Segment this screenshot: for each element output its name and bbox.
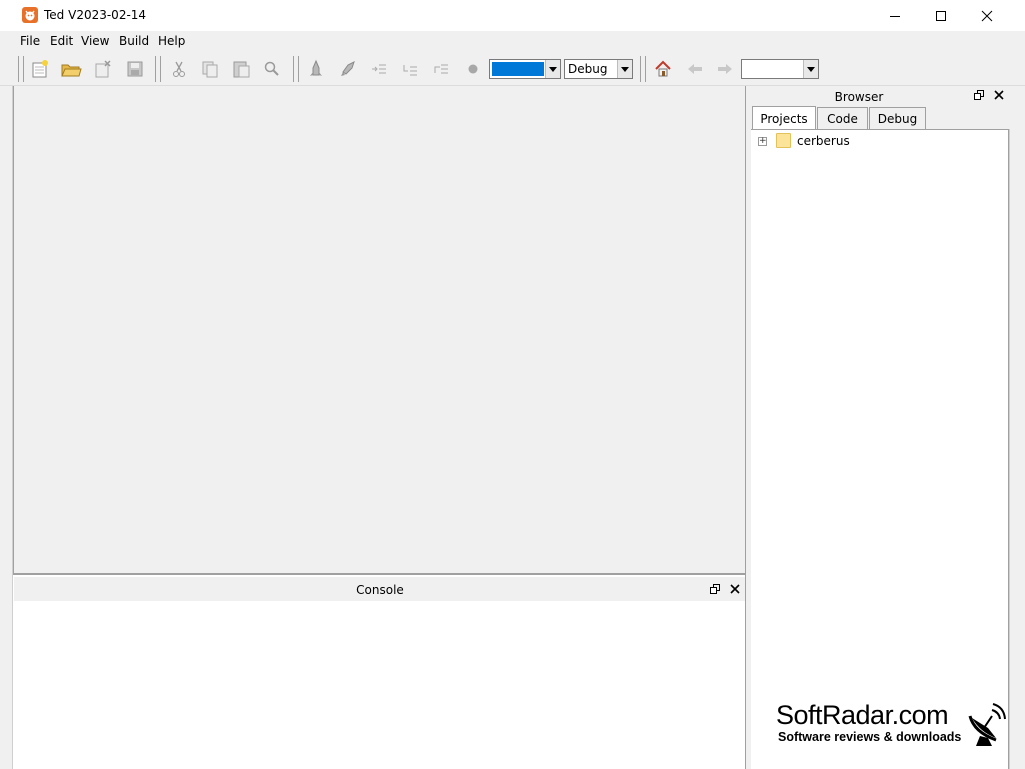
watermark-title: SoftRadar.com — [776, 700, 949, 730]
config-combo-value: Debug — [568, 62, 608, 76]
toolbar-separator — [155, 56, 161, 82]
console-float-button[interactable] — [708, 582, 722, 596]
console-close-button[interactable] — [728, 582, 742, 596]
open-file-button[interactable] — [60, 58, 82, 80]
stop-dot-icon — [468, 64, 478, 74]
chevron-down-icon[interactable] — [545, 60, 560, 78]
step-in-icon — [403, 65, 417, 76]
paste-icon — [233, 61, 250, 78]
cut-button[interactable] — [168, 58, 190, 80]
toolbar-separator — [640, 56, 646, 82]
toolbar-separator — [293, 56, 299, 82]
forward-button[interactable] — [714, 58, 736, 80]
target-combo[interactable] — [489, 59, 561, 79]
new-file-icon — [32, 60, 48, 78]
console-header: Console — [14, 577, 746, 601]
restore-icon — [710, 584, 720, 594]
project-tree[interactable]: + cerberus — [751, 129, 1009, 769]
menu-help[interactable]: Help — [158, 34, 185, 48]
menu-bar: File Edit View Build Help — [0, 31, 1025, 52]
browser-panel: Browser Projects Code Debug + cerberus — [751, 86, 1025, 769]
new-file-button[interactable] — [29, 58, 51, 80]
rocket-launch-icon — [341, 61, 355, 76]
left-edge-strip — [0, 86, 13, 769]
chevron-down-icon[interactable] — [617, 60, 632, 78]
step-in-button[interactable] — [399, 58, 421, 80]
window-title: Ted V2023-02-14 — [44, 8, 147, 22]
step-button[interactable] — [368, 58, 390, 80]
build-button[interactable] — [305, 58, 327, 80]
restore-icon — [974, 90, 984, 100]
stop-button[interactable] — [462, 58, 484, 80]
tab-debug[interactable]: Debug — [869, 107, 926, 129]
build-run-button[interactable] — [337, 58, 359, 80]
console-title: Console — [356, 583, 404, 597]
close-icon — [994, 90, 1004, 100]
satellite-dish-icon — [966, 702, 1006, 749]
app-logo-icon — [22, 7, 38, 23]
close-icon — [730, 584, 740, 594]
menu-file[interactable]: File — [20, 34, 40, 48]
step-out-icon — [434, 64, 448, 74]
browser-float-button[interactable] — [972, 88, 986, 102]
close-button[interactable] — [964, 0, 1010, 31]
console-output[interactable] — [14, 601, 746, 769]
config-combo[interactable]: Debug — [564, 59, 633, 79]
minimize-button[interactable] — [872, 0, 918, 31]
close-file-button[interactable] — [92, 58, 114, 80]
copy-icon — [202, 61, 218, 78]
title-bar[interactable]: Ted V2023-02-14 — [0, 0, 1025, 32]
tab-projects[interactable]: Projects — [752, 106, 816, 130]
menu-view[interactable]: View — [81, 34, 109, 48]
open-folder-icon — [61, 64, 82, 77]
arrow-right-icon — [718, 64, 732, 74]
home-button[interactable] — [652, 58, 674, 80]
folder-icon — [776, 133, 791, 148]
arrow-left-icon — [688, 64, 702, 74]
tab-code[interactable]: Code — [817, 107, 868, 129]
tree-item-label[interactable]: cerberus — [797, 134, 850, 148]
close-file-icon — [95, 60, 111, 78]
browser-close-button[interactable] — [992, 88, 1006, 102]
maximize-button[interactable] — [918, 0, 964, 31]
menu-build[interactable]: Build — [119, 34, 149, 48]
step-icon — [372, 64, 386, 74]
rocket-icon — [310, 59, 322, 76]
step-out-button[interactable] — [430, 58, 452, 80]
tree-expand-icon[interactable]: + — [758, 137, 767, 146]
target-combo-selection — [492, 62, 544, 76]
navigation-combo[interactable] — [741, 59, 819, 79]
toolbar: Debug — [0, 52, 1025, 86]
back-button[interactable] — [684, 58, 706, 80]
save-icon — [127, 61, 143, 77]
chevron-down-icon[interactable] — [803, 60, 818, 78]
minimize-icon — [890, 15, 900, 17]
close-icon — [981, 10, 993, 21]
magnifier-icon — [264, 61, 279, 76]
save-button[interactable] — [124, 58, 146, 80]
maximize-icon — [936, 10, 946, 21]
watermark-subtitle: Software reviews & downloads — [778, 730, 962, 744]
watermark: SoftRadar.com Software reviews & downloa… — [776, 700, 1025, 748]
right-edge-strip — [1009, 129, 1025, 769]
find-button[interactable] — [261, 58, 283, 80]
browser-title: Browser — [834, 90, 884, 104]
home-icon — [655, 60, 671, 77]
editor-area[interactable] — [13, 86, 745, 575]
copy-button[interactable] — [199, 58, 221, 80]
scissors-icon — [173, 61, 185, 77]
menu-edit[interactable]: Edit — [50, 34, 73, 48]
toolbar-grip[interactable] — [18, 56, 24, 82]
paste-button[interactable] — [230, 58, 252, 80]
